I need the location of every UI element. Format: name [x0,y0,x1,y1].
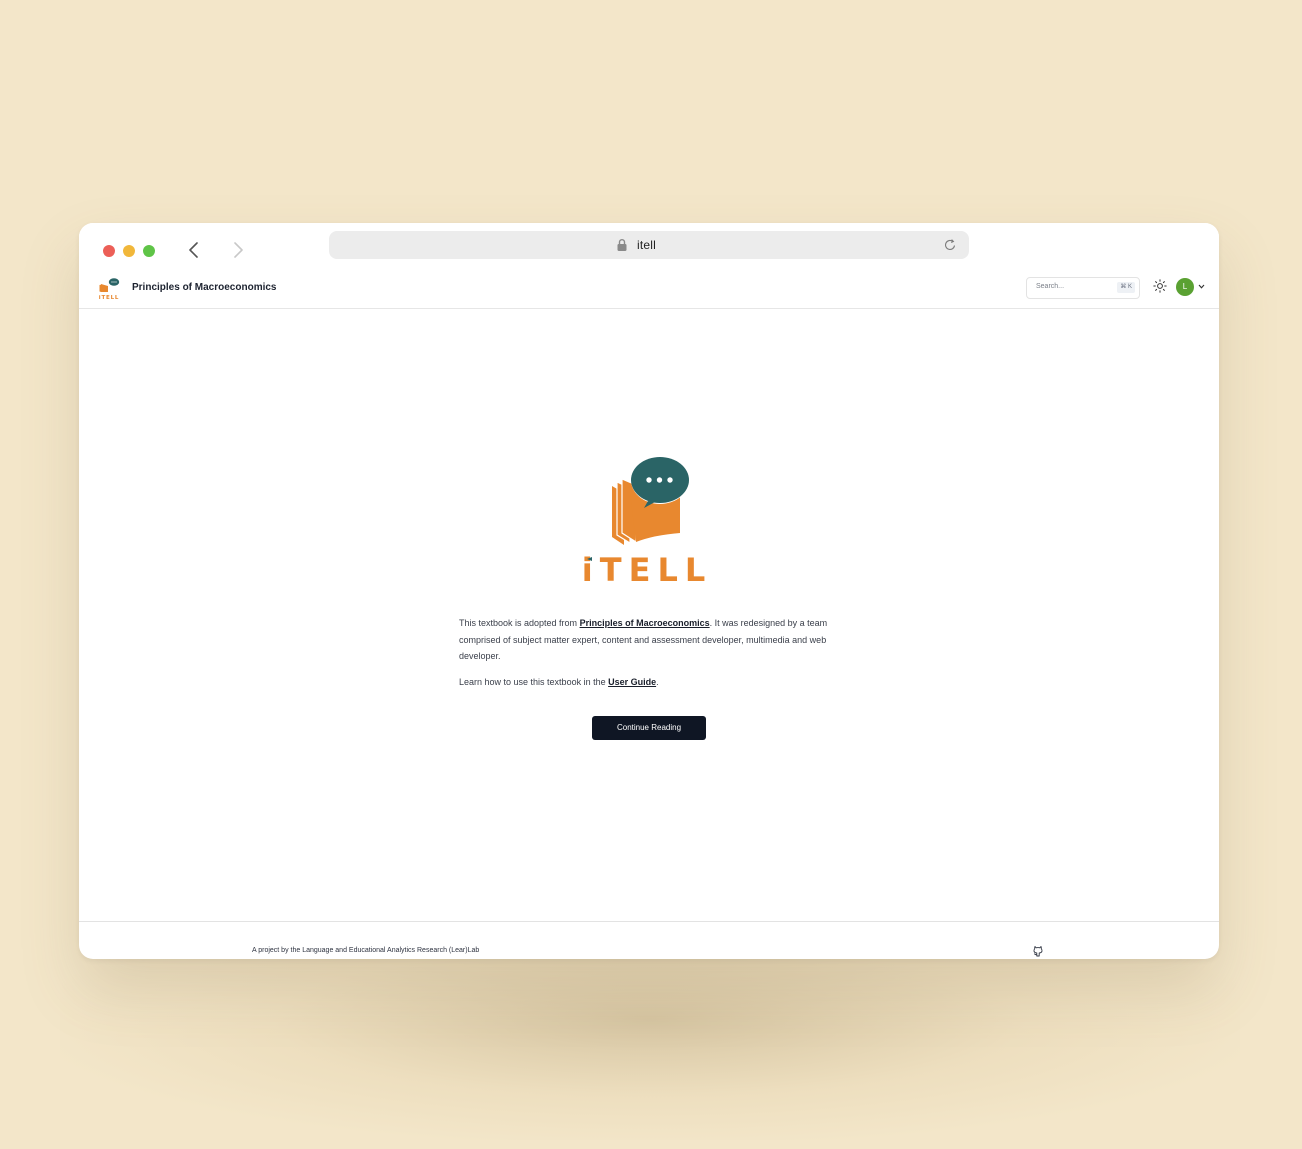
reload-icon[interactable] [943,238,957,252]
forward-button[interactable] [227,239,249,261]
mini-logo-wordmark: iTELL [99,295,119,301]
book-title[interactable]: Principles of Macroeconomics [132,282,277,293]
footer-divider [79,921,1219,922]
lock-icon [617,239,627,251]
continue-reading-button[interactable]: Continue Reading [592,716,706,740]
minimize-window-button[interactable] [123,245,135,257]
intro-text: This textbook is adopted from Principles… [459,615,839,690]
github-icon[interactable] [1032,945,1044,957]
guide-prefix: Learn how to use this textbook in the [459,676,609,687]
chevron-right-icon [234,242,243,258]
principles-link[interactable]: Principles of Macroeconomics [580,618,710,628]
search-input[interactable]: Search... ⌘ K [1026,277,1140,299]
address-bar[interactable]: itell [329,231,969,259]
intro-paragraph: This textbook is adopted from Principles… [459,615,839,665]
intro-prefix: This textbook is adopted from [459,618,580,628]
url-text: itell [637,238,657,252]
guide-paragraph: Learn how to use this textbook in the Us… [459,674,839,691]
back-button[interactable] [183,239,205,261]
user-avatar[interactable]: L [1176,278,1194,296]
maximize-window-button[interactable] [143,245,155,257]
browser-chrome: itell [79,223,1219,269]
itell-logo-icon[interactable]: iTELL [96,275,122,301]
brand-wordmark: iTELL [584,551,710,585]
app-header: iTELL Principles of Macroeconomics Searc… [79,271,1219,309]
footer-credit: A project by the Language and Educationa… [252,947,480,954]
chevron-left-icon [189,242,198,258]
guide-suffix: . [656,676,659,687]
close-window-button[interactable] [103,245,115,257]
browser-window: itell iTELL Principles of Macroeconomics… [79,223,1219,959]
search-shortcut-badge: ⌘ K [1117,282,1135,293]
search-placeholder: Search... [1036,283,1065,290]
itell-hero-logo: iTELL [584,456,710,585]
chevron-down-icon[interactable] [1198,284,1205,289]
user-guide-link[interactable]: User Guide [608,677,656,687]
sun-icon[interactable] [1153,279,1167,293]
